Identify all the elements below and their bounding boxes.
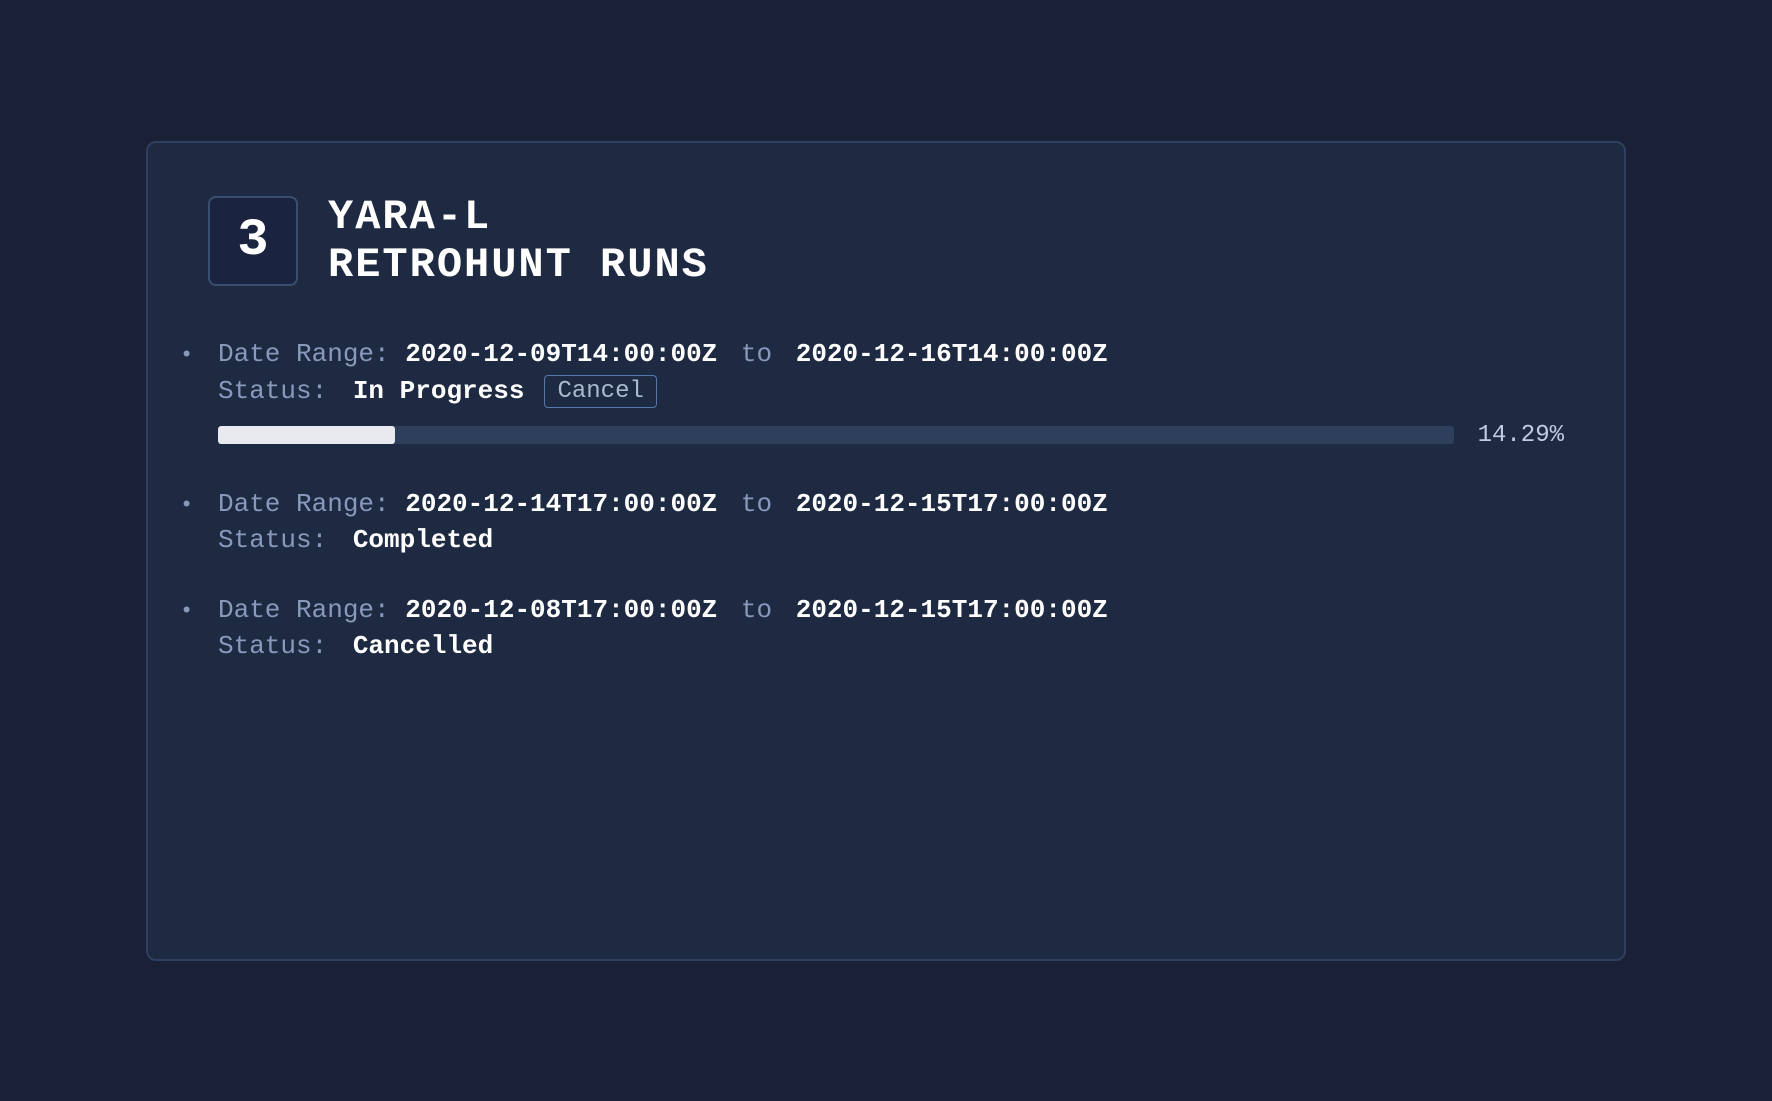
date-end: 2020-12-16T14:00:00Z — [796, 339, 1108, 369]
date-end: 2020-12-15T17:00:00Z — [796, 489, 1108, 519]
runs-list: Date Range: 2020-12-09T14:00:00Z to 2020… — [208, 339, 1564, 661]
status-label: Status: — [218, 631, 343, 661]
status-label: Status: — [218, 376, 343, 406]
main-card: 3 YARA-L RETROHUNT RUNS Date Range: 2020… — [146, 141, 1626, 961]
date-range-line-2: Date Range: 2020-12-08T17:00:00Z to 2020… — [218, 595, 1564, 625]
title-line1: YARA-L — [328, 193, 709, 241]
date-range-label: Date Range: — [218, 489, 405, 519]
date-range-label: Date Range: — [218, 339, 405, 369]
date-range-line-1: Date Range: 2020-12-14T17:00:00Z to 2020… — [218, 489, 1564, 519]
title-block: YARA-L RETROHUNT RUNS — [328, 193, 709, 289]
status-label: Status: — [218, 525, 343, 555]
progress-bar-bg — [218, 426, 1454, 444]
progress-bar-fill — [218, 426, 395, 444]
date-start: 2020-12-14T17:00:00Z — [405, 489, 717, 519]
status-value: In Progress — [353, 376, 525, 406]
run-item-0: Date Range: 2020-12-09T14:00:00Z to 2020… — [208, 339, 1564, 449]
date-end: 2020-12-15T17:00:00Z — [796, 595, 1108, 625]
connector-word: to — [725, 595, 787, 625]
date-start: 2020-12-09T14:00:00Z — [405, 339, 717, 369]
status-value: Completed — [353, 525, 493, 555]
date-range-line-0: Date Range: 2020-12-09T14:00:00Z to 2020… — [218, 339, 1564, 369]
card-header: 3 YARA-L RETROHUNT RUNS — [208, 193, 1564, 289]
date-start: 2020-12-08T17:00:00Z — [405, 595, 717, 625]
status-line-0: Status: In Progress Cancel — [218, 375, 1564, 408]
progress-container: 14.29% — [218, 422, 1564, 449]
status-line-2: Status: Cancelled — [218, 631, 1564, 661]
run-item-2: Date Range: 2020-12-08T17:00:00Z to 2020… — [208, 595, 1564, 661]
connector-word: to — [725, 339, 787, 369]
run-item-1: Date Range: 2020-12-14T17:00:00Z to 2020… — [208, 489, 1564, 555]
status-value: Cancelled — [353, 631, 493, 661]
step-number: 3 — [208, 196, 298, 286]
progress-percent: 14.29% — [1474, 422, 1564, 449]
title-line2: RETROHUNT RUNS — [328, 241, 709, 289]
date-range-label: Date Range: — [218, 595, 405, 625]
status-line-1: Status: Completed — [218, 525, 1564, 555]
cancel-button[interactable]: Cancel — [544, 375, 656, 408]
connector-word: to — [725, 489, 787, 519]
